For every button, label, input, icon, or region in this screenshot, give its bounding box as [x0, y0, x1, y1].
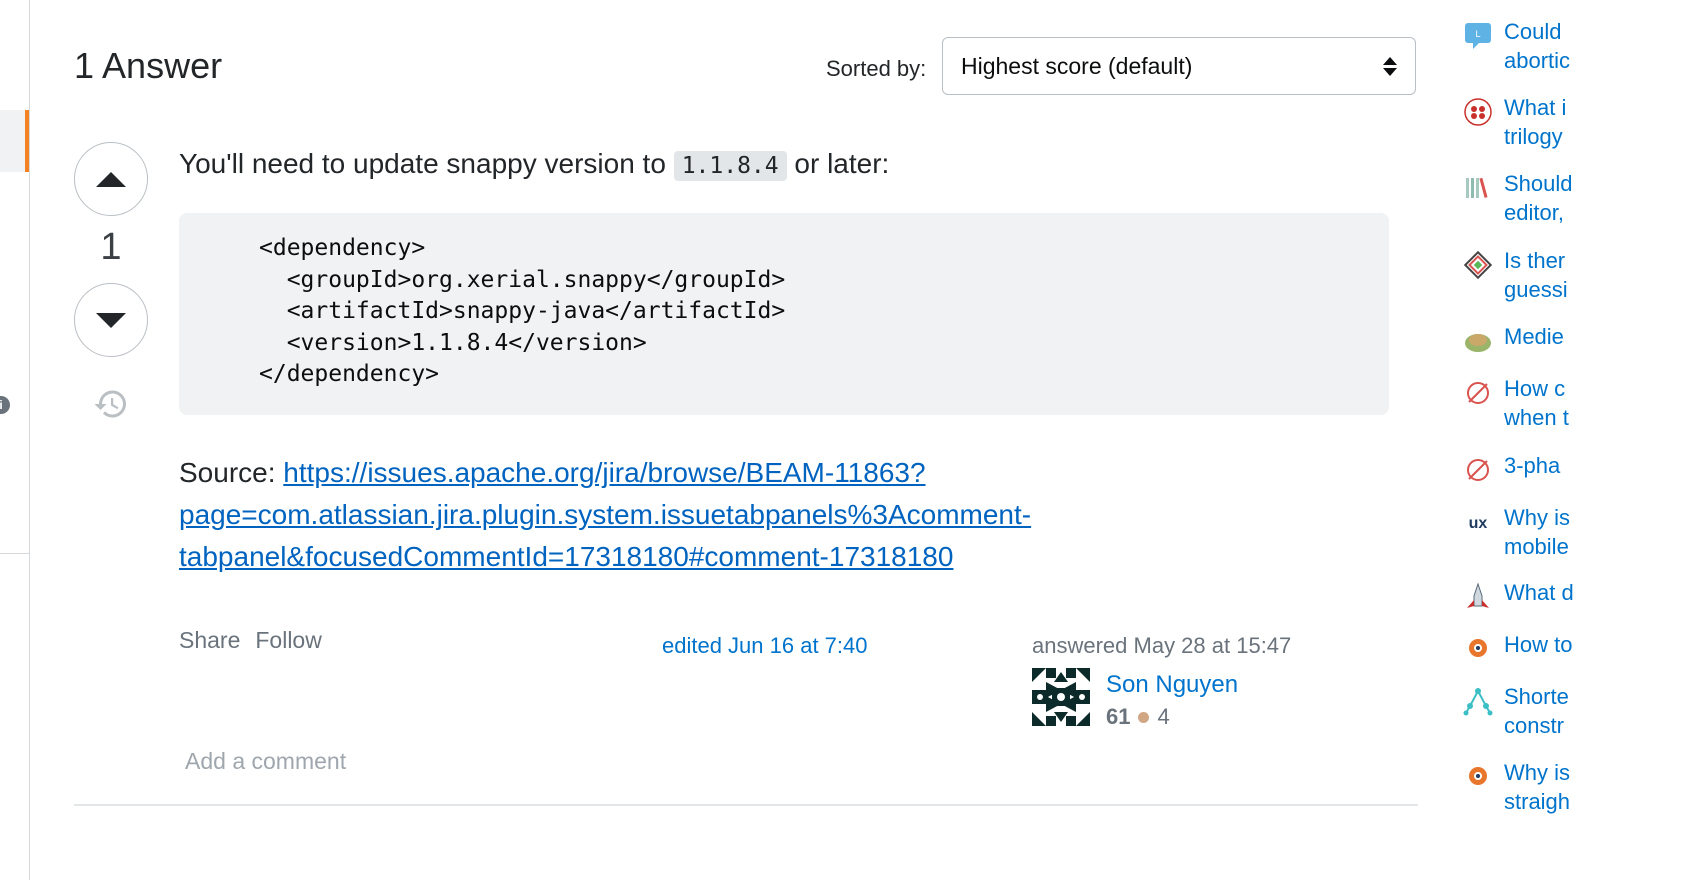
post-menu: Share Follow [179, 627, 322, 654]
share-link[interactable]: Share [179, 627, 240, 654]
hnq-title[interactable]: How to [1504, 630, 1696, 659]
svg-text:L: L [1475, 29, 1480, 39]
bronze-badge-count: 4 [1157, 704, 1170, 729]
code-block: <dependency> <groupId>org.xerial.snappy<… [179, 213, 1389, 415]
sort-selected-value: Highest score (default) [961, 52, 1193, 79]
avatar[interactable] [1032, 668, 1090, 726]
chat-bubble-icon: L [1465, 23, 1491, 49]
books-icon [1466, 177, 1488, 198]
hnq-title[interactable]: Why is straigh [1504, 758, 1696, 816]
vote-count: 1 [100, 226, 122, 268]
no-symbol-icon [1467, 382, 1489, 404]
hnq-title[interactable]: Should editor, [1504, 169, 1696, 227]
hnq-item[interactable]: Is ther guessi [1460, 246, 1696, 306]
answered-timestamp: answered May 28 at 15:47 [1032, 633, 1292, 658]
hnq-title[interactable]: Is ther guessi [1504, 246, 1696, 304]
svg-text:ux: ux [1469, 515, 1488, 532]
rocket-icon [1467, 582, 1489, 608]
upvote-button[interactable] [74, 142, 148, 216]
sort-select[interactable]: Highest score (default) [942, 37, 1416, 95]
hnq-item[interactable]: L Could abortic [1460, 17, 1696, 77]
no-symbol-icon [1467, 459, 1489, 481]
hnq-title[interactable]: Why is mobile [1504, 503, 1696, 561]
hnq-title[interactable]: What d [1504, 578, 1696, 607]
hnq-item[interactable]: How to [1460, 630, 1696, 690]
left-nav-rail: i [0, 0, 30, 880]
sort-label: Sorted by: [826, 56, 927, 81]
answers-count-heading: 1 Answer [74, 45, 223, 86]
hot-network-questions: L Could abortic What i trilogy Should ed… [1460, 0, 1696, 880]
ux-logo-icon: ux [1469, 515, 1488, 532]
add-comment-link[interactable]: Add a comment [185, 748, 346, 775]
lead-text: You'll need to update snappy version to [179, 148, 666, 179]
hnq-item[interactable]: Medie [1460, 322, 1696, 382]
skeptics-icon [1464, 98, 1492, 126]
lead-suffix: or later: [794, 148, 890, 179]
network-icon [1463, 688, 1493, 716]
user-stats: 61 4 [1106, 704, 1170, 730]
location-pin-icon [1469, 639, 1487, 657]
hnq-item[interactable]: Shorte constr [1460, 682, 1696, 742]
hnq-item[interactable]: How c when t [1460, 374, 1696, 434]
puzzling-icon [1463, 250, 1493, 280]
hnq-title[interactable]: How c when t [1504, 374, 1696, 432]
left-nav-active-item[interactable] [0, 110, 29, 172]
edited-link[interactable]: edited Jun 16 at 7:40 [662, 633, 868, 659]
hnq-title[interactable]: 3-pha [1504, 451, 1696, 480]
source-label: Source: [179, 457, 276, 488]
inline-code-version: 1.1.8.4 [673, 151, 787, 181]
source-paragraph: Source: https://issues.apache.org/jira/b… [179, 452, 1179, 578]
answer-body: You'll need to update snappy version to … [179, 140, 1389, 190]
bronze-badge-icon [1138, 711, 1150, 723]
hnq-item[interactable]: ux Why is mobile [1460, 503, 1696, 563]
history-icon[interactable] [93, 386, 129, 422]
user-reputation: 61 [1106, 704, 1131, 729]
user-name-link[interactable]: Son Nguyen [1106, 671, 1238, 699]
left-nav-divider [0, 553, 29, 554]
hnq-title[interactable]: What i trilogy [1504, 93, 1696, 151]
answer-divider [74, 804, 1418, 806]
updown-arrows-icon [1383, 56, 1397, 76]
answer-lead-paragraph: You'll need to update snappy version to … [179, 140, 1389, 190]
downvote-button[interactable] [74, 283, 148, 357]
hnq-item[interactable]: Why is straigh [1460, 758, 1696, 818]
caret-down-icon [96, 312, 126, 328]
location-pin-icon [1469, 767, 1487, 785]
caret-up-icon [96, 171, 126, 187]
info-icon[interactable]: i [0, 396, 10, 414]
globe-icon [1465, 334, 1491, 352]
hnq-title[interactable]: Could abortic [1504, 17, 1696, 75]
hnq-title[interactable]: Shorte constr [1504, 682, 1696, 740]
hnq-item[interactable]: Should editor, [1460, 169, 1696, 229]
hnq-title[interactable]: Medie [1504, 322, 1696, 351]
source-link[interactable]: https://issues.apache.org/jira/browse/BE… [179, 457, 1031, 572]
follow-link[interactable]: Follow [255, 627, 321, 654]
hnq-item[interactable]: What i trilogy [1460, 93, 1696, 153]
hnq-item[interactable]: 3-pha [1460, 451, 1696, 511]
hnq-item[interactable]: What d [1460, 578, 1696, 638]
